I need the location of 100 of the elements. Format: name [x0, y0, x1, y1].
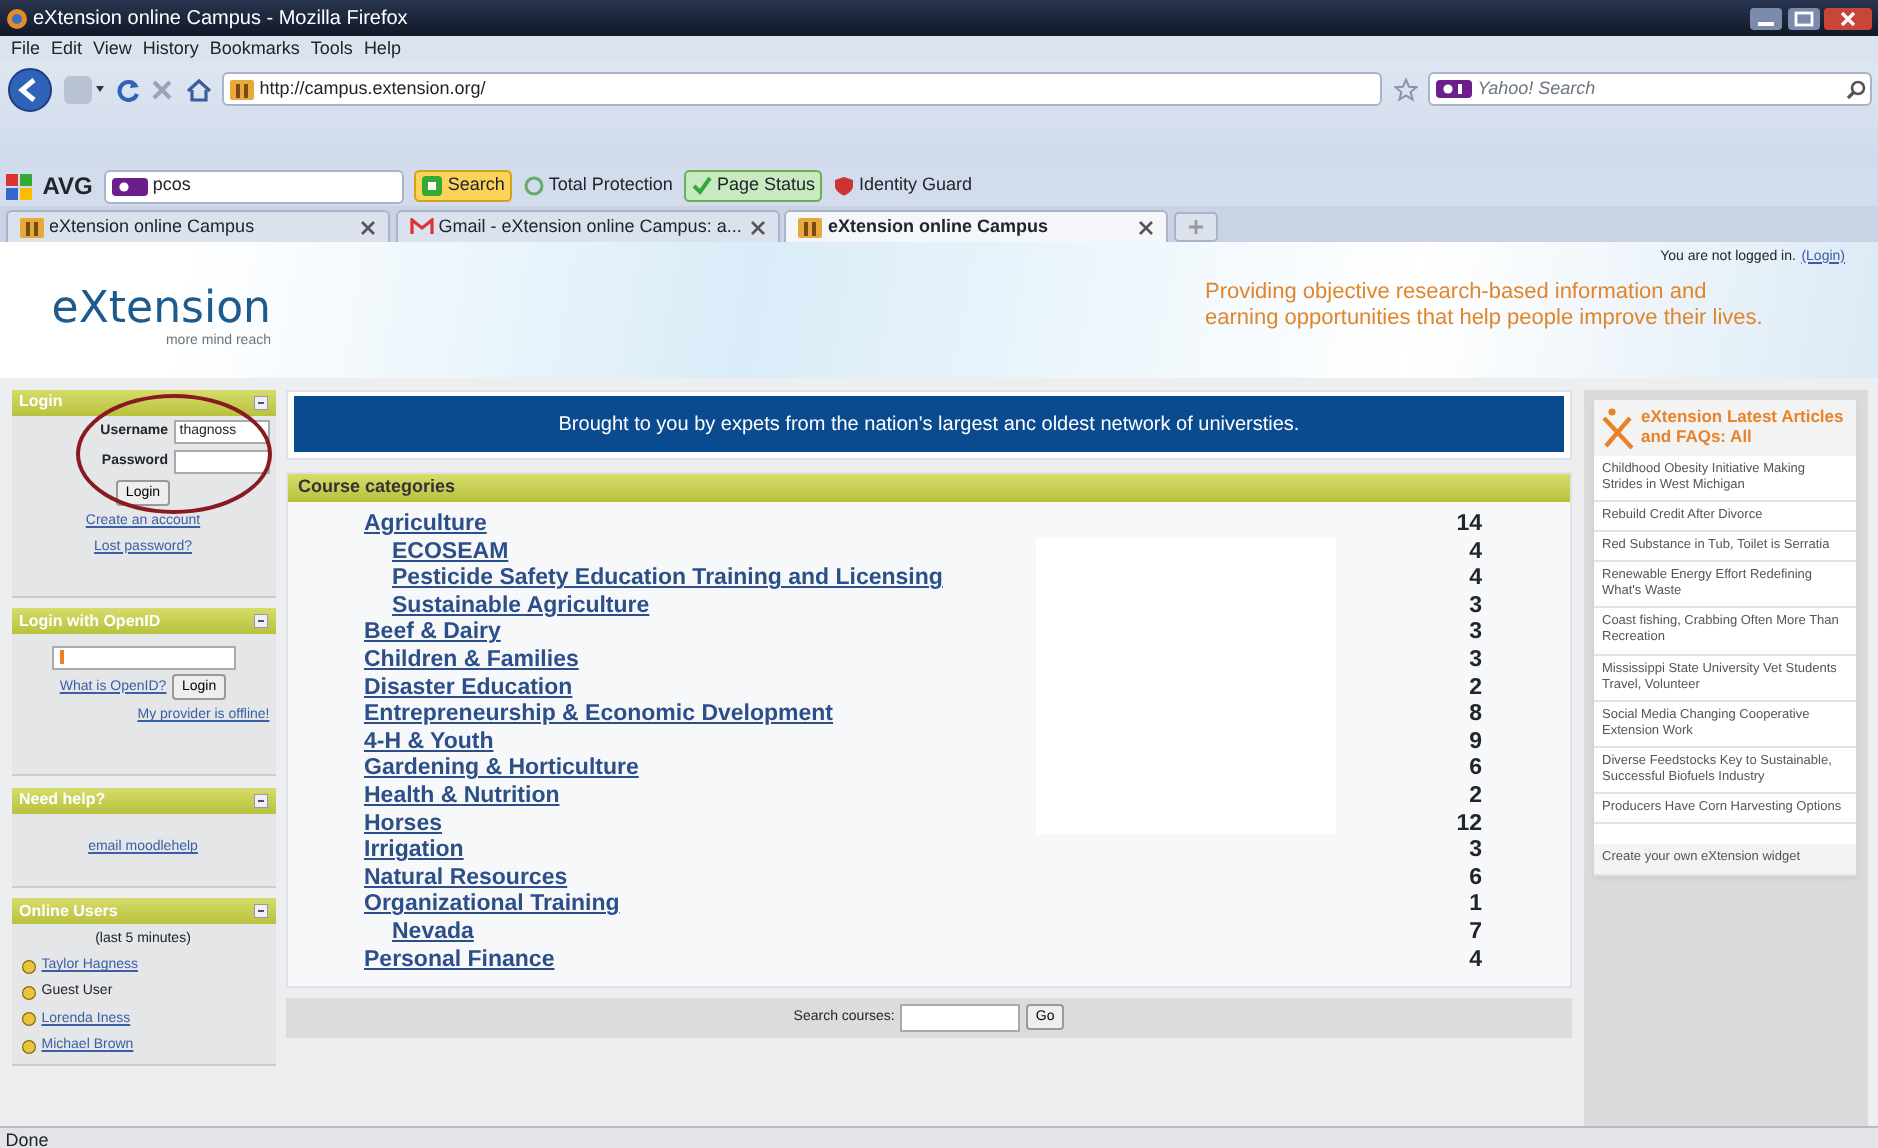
window-title: eXtension online Campus - Mozilla Firefox: [33, 5, 410, 33]
toolbar-icon: [523, 176, 544, 196]
menu-item[interactable]: History: [142, 35, 199, 63]
browser-tab[interactable]: eXtension online Campus: [5, 210, 390, 242]
category-link[interactable]: Organizational Training: [364, 892, 620, 920]
banner-text: Brought to you by expets from the nation's largest anc oldest network of universties.: [293, 396, 1565, 453]
x-logo-icon: [1599, 405, 1636, 450]
openid-field[interactable]: [51, 645, 235, 669]
openid-icon: [57, 647, 67, 665]
category-link[interactable]: Irrigation: [364, 838, 464, 866]
category-link[interactable]: Health & Nutrition: [364, 783, 560, 812]
collapse-icon[interactable]: [253, 793, 267, 807]
mail-icon: [409, 218, 433, 236]
course-count: 3: [1467, 593, 1482, 621]
course-count: 3: [1467, 838, 1482, 866]
toolbar-icon: [833, 176, 854, 196]
course-count: 2: [1467, 675, 1482, 703]
block-title: Login with OpenID: [19, 609, 161, 633]
browser-tab[interactable]: eXtension online Campus: [784, 210, 1169, 242]
status-text: Done: [0, 1126, 1878, 1148]
site-icon: [19, 217, 44, 237]
course-count: 3: [1467, 647, 1482, 676]
close-icon[interactable]: [1138, 219, 1155, 235]
category-link[interactable]: 4-H & Youth: [364, 729, 494, 757]
reload-icon[interactable]: [115, 77, 140, 102]
menu-item[interactable]: Edit: [51, 35, 83, 63]
course-count: 14: [1454, 512, 1482, 540]
category-link[interactable]: Gardening & Horticulture: [364, 756, 639, 784]
toolbar-button[interactable]: Identity Guard: [833, 172, 973, 200]
menu-item[interactable]: Tools: [310, 35, 353, 63]
toolbar-brand: AVG: [42, 170, 93, 204]
course-count: 6: [1467, 865, 1482, 893]
category-link[interactable]: Entrepreneurship & Economic Dvelopment: [364, 702, 834, 730]
category-link[interactable]: Disaster Education: [364, 675, 573, 703]
close-icon[interactable]: [749, 219, 765, 235]
widget-title: eXtension Latest Articles and FAQs: All: [1641, 408, 1846, 447]
panel-title: Course categories: [298, 473, 456, 500]
yahoo-icon: [1436, 80, 1472, 99]
close-icon[interactable]: [1824, 7, 1873, 29]
tab-label: Gmail - eXtension online Campus: a...: [438, 213, 744, 240]
block-title: Need help?: [19, 788, 106, 812]
toolbar-search-field[interactable]: pcos: [103, 169, 404, 203]
address-bar[interactable]: http://campus.extension.org/: [222, 72, 1383, 107]
category-link[interactable]: Horses: [364, 811, 442, 839]
course-count: 4: [1467, 947, 1482, 975]
globe-icon: [5, 7, 28, 29]
menu-item[interactable]: View: [93, 35, 132, 63]
category-link[interactable]: Sustainable Agriculture: [392, 593, 650, 621]
course-count: 4: [1467, 566, 1482, 594]
course-count: 1: [1467, 892, 1482, 920]
block-title: Online Users: [19, 899, 118, 923]
toolbar-icon: [691, 176, 712, 196]
toolbar-icon: [422, 176, 443, 196]
tab-label: eXtension online Campus: [49, 213, 257, 240]
site-logo: eXtension: [51, 288, 271, 333]
category-link[interactable]: Personal Finance: [364, 947, 555, 975]
course-count: 9: [1467, 729, 1482, 757]
toolbar-button[interactable]: Page Status: [683, 170, 823, 202]
site-icon: [798, 217, 823, 237]
tab-label: eXtension online Campus: [828, 213, 1051, 240]
avg-logo-icon: [5, 173, 32, 199]
slogan: Providing objective research-based information and earning opportunities that help people improve their lives.: [1205, 279, 1765, 333]
category-link[interactable]: ECOSEAM: [392, 539, 509, 567]
course-count: 7: [1467, 919, 1482, 947]
input-field[interactable]: [173, 450, 270, 474]
category-link[interactable]: Beef & Dairy: [364, 620, 501, 648]
menu-item[interactable]: File: [11, 35, 41, 63]
search-field[interactable]: [900, 1003, 1021, 1032]
course-count: 4: [1467, 539, 1482, 567]
search-placeholder: Yahoo! Search: [1477, 76, 1598, 102]
category-link[interactable]: Nevada: [392, 919, 474, 947]
web-search-field[interactable]: Yahoo! Search: [1428, 72, 1873, 107]
url-text: http://campus.extension.org/: [259, 76, 486, 102]
yahoo-icon: [111, 177, 148, 195]
maximize-icon[interactable]: [1787, 7, 1819, 29]
collapse-icon[interactable]: [253, 395, 267, 409]
category-link[interactable]: Natural Resources: [364, 865, 568, 893]
course-count: 12: [1454, 811, 1482, 839]
home-icon[interactable]: [185, 77, 212, 102]
site-icon: [230, 79, 254, 100]
minimize-icon[interactable]: [1749, 7, 1782, 29]
course-count: 3: [1467, 620, 1482, 648]
category-link[interactable]: Children & Families: [364, 647, 579, 676]
course-count: 8: [1467, 702, 1482, 730]
category-link[interactable]: Agriculture: [364, 512, 487, 540]
close-icon[interactable]: [359, 219, 376, 235]
collapse-icon[interactable]: [253, 904, 267, 918]
browser-tab[interactable]: Gmail - eXtension online Campus: a...: [395, 210, 779, 242]
course-count: 6: [1467, 756, 1482, 784]
search-icon[interactable]: [1845, 79, 1865, 100]
collapse-icon[interactable]: [253, 614, 267, 628]
back-icon[interactable]: [5, 67, 54, 112]
star-icon[interactable]: [1393, 77, 1418, 102]
menu-item[interactable]: Bookmarks: [209, 35, 300, 63]
search-value: pcos: [152, 172, 193, 199]
category-link[interactable]: Pesticide Safety Education Training and Licensing: [392, 566, 943, 594]
menu-item[interactable]: Help: [363, 35, 401, 63]
block-title: Login: [19, 390, 63, 414]
toolbar-button[interactable]: Total Protection: [523, 172, 673, 200]
toolbar-button[interactable]: Search: [414, 170, 513, 202]
